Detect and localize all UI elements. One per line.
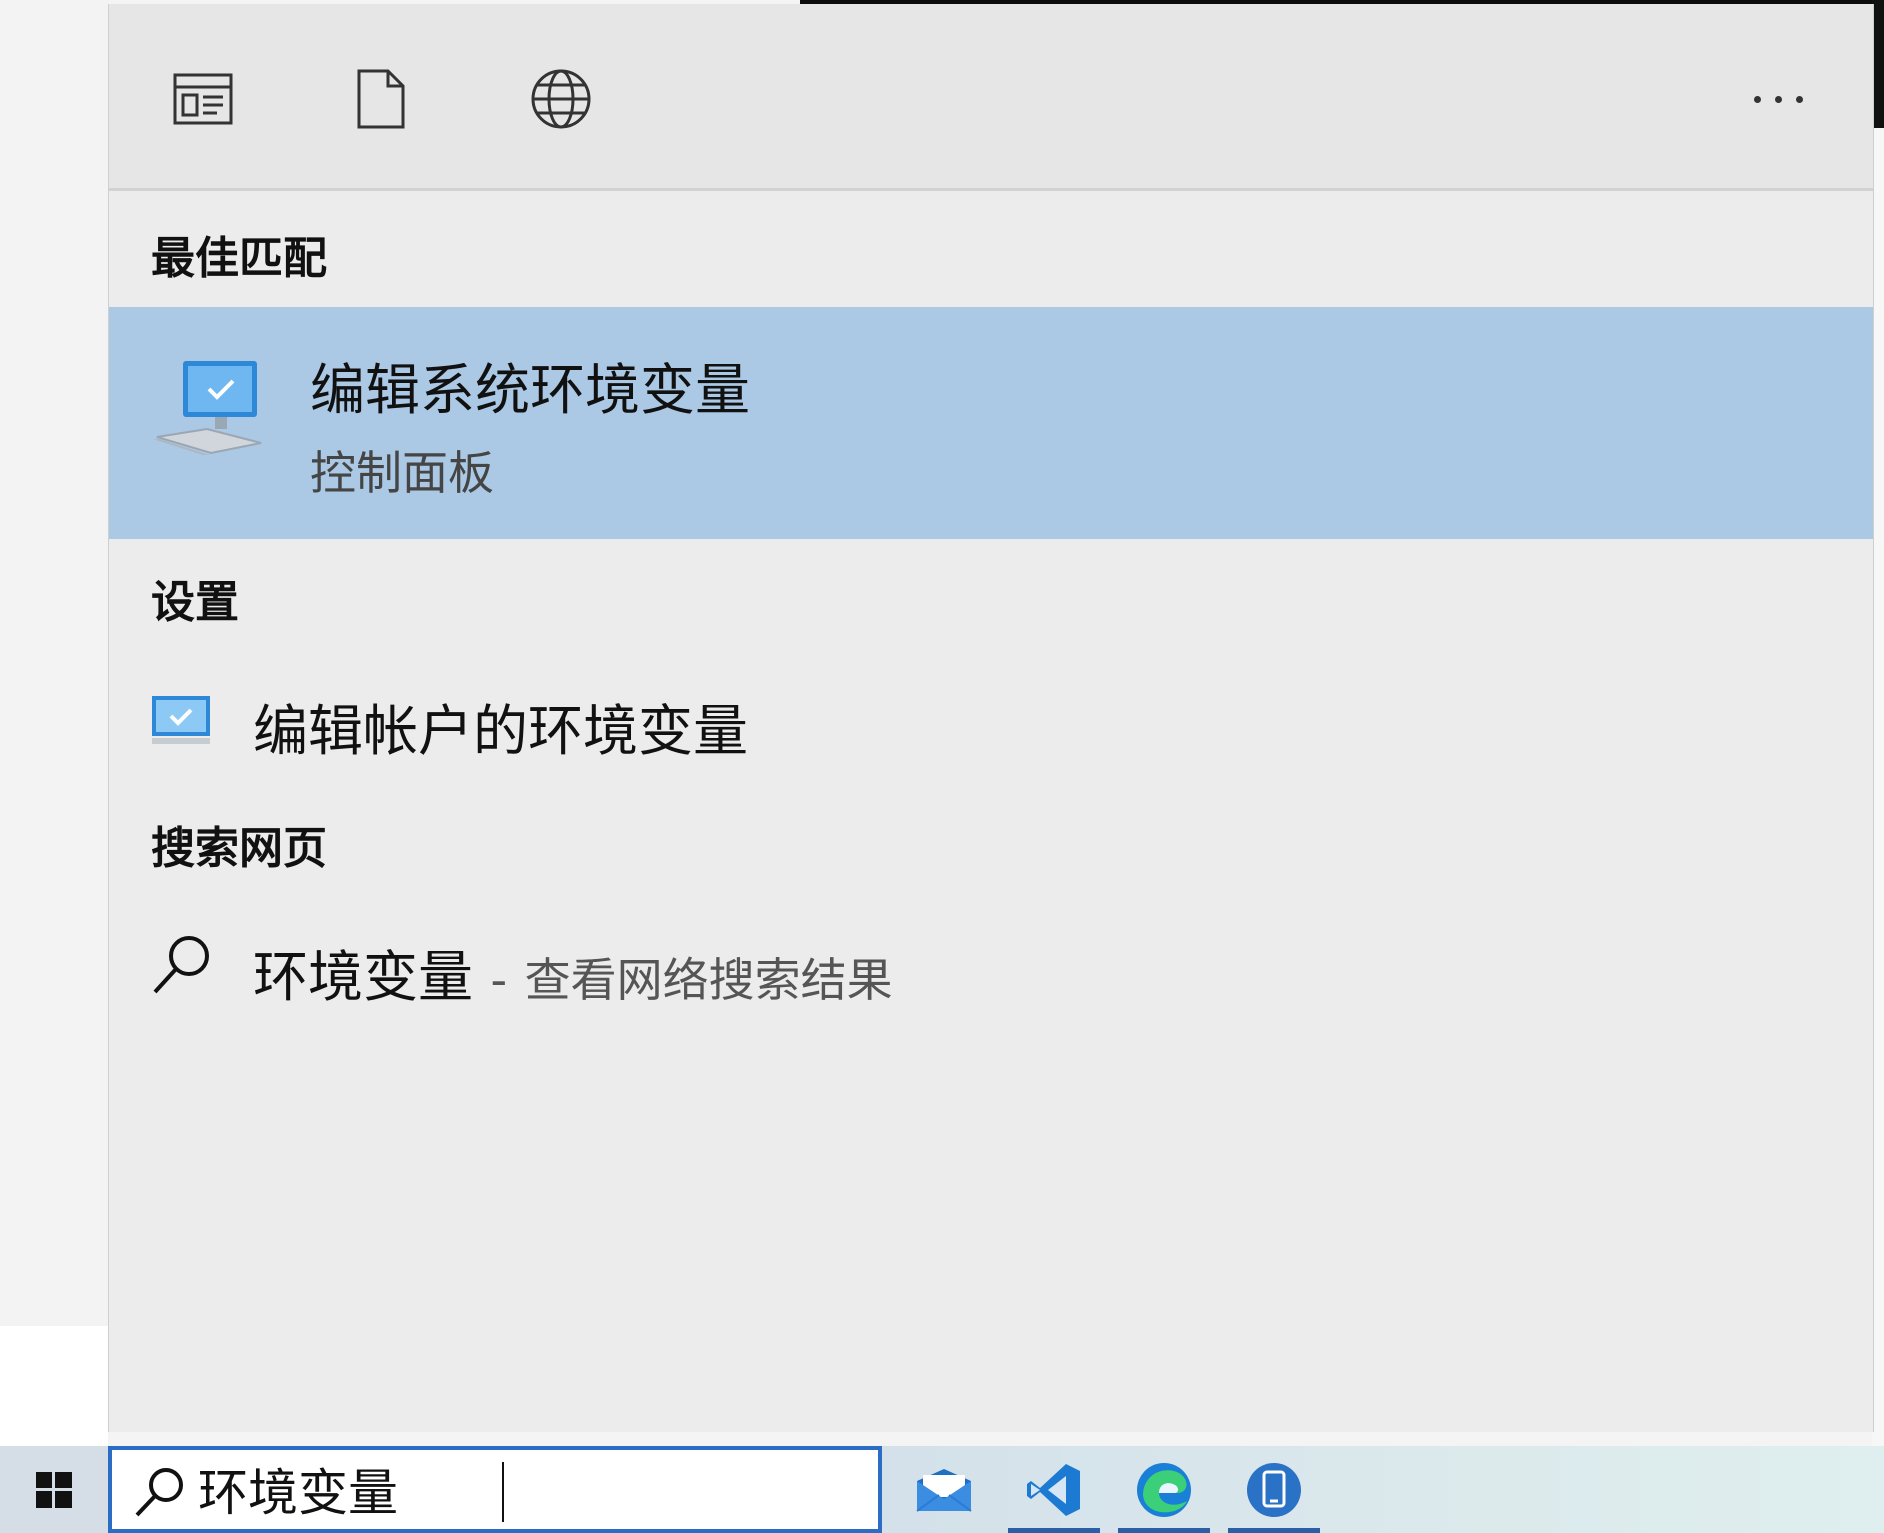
- taskbar-mail-app[interactable]: [898, 1446, 990, 1533]
- settings-result-edit-account-env[interactable]: 编辑帐户的环境变量: [109, 670, 1873, 766]
- settings-monitor-icon: [151, 694, 211, 754]
- text-caret: [502, 1462, 504, 1522]
- section-settings-title: 设置: [151, 577, 239, 628]
- best-match-title: 编辑系统环境变量: [310, 358, 751, 422]
- vscode-icon: [1027, 1463, 1080, 1516]
- taskbar-edge-app[interactable]: [1118, 1446, 1210, 1533]
- settings-result-label: 编辑帐户的环境变量: [253, 699, 749, 763]
- taskbar-search-input[interactable]: [198, 1458, 798, 1520]
- tab-web[interactable]: [529, 66, 593, 132]
- web-search-query: 环境变量: [253, 945, 474, 1009]
- document-filter-icon: [357, 69, 405, 129]
- edge-icon: [1137, 1462, 1191, 1517]
- section-web-search-title: 搜索网页: [151, 823, 327, 874]
- more-dot: [1753, 95, 1761, 103]
- running-indicator: [1008, 1528, 1100, 1533]
- background-window-left: [0, 0, 108, 1326]
- taskbar-vscode-app[interactable]: [1008, 1446, 1100, 1533]
- section-best-match-title: 最佳匹配: [151, 233, 327, 284]
- windows-logo-icon: [36, 1471, 72, 1508]
- start-button[interactable]: [0, 1446, 108, 1533]
- tab-apps[interactable]: [171, 66, 235, 132]
- taskbar-search-box[interactable]: [108, 1446, 882, 1533]
- tab-documents[interactable]: [349, 66, 413, 132]
- running-indicator: [1228, 1528, 1320, 1533]
- more-dot: [1774, 95, 1782, 103]
- background-window-left-lower: [0, 1326, 108, 1446]
- search-results-panel: 最佳匹配 编辑系统环境变量 控制面板 设置 编辑帐户的环境变量 搜索网页 环境变…: [108, 4, 1874, 1432]
- running-indicator: [1118, 1528, 1210, 1533]
- taskbar: [0, 1446, 1884, 1533]
- web-search-result[interactable]: 环境变量 - 查看网络搜索结果: [109, 916, 1873, 1012]
- mail-icon: [916, 1468, 972, 1512]
- search-filter-header: [109, 4, 1873, 191]
- web-search-hint: 查看网络搜索结果: [524, 953, 893, 1007]
- taskbar-phone-link-app[interactable]: [1228, 1446, 1320, 1533]
- search-icon: [151, 934, 213, 1000]
- more-dot: [1795, 95, 1803, 103]
- system-computer-icon: [151, 357, 267, 461]
- best-match-subtitle: 控制面板: [310, 446, 494, 500]
- best-match-result[interactable]: 编辑系统环境变量 控制面板: [109, 307, 1873, 539]
- more-options-button[interactable]: [1733, 74, 1823, 124]
- web-search-label: 环境变量 - 查看网络搜索结果: [253, 932, 893, 1012]
- globe-icon: [531, 69, 591, 129]
- apps-filter-icon: [173, 73, 233, 125]
- web-search-separator: -: [490, 953, 508, 1007]
- phone-link-icon: [1247, 1462, 1301, 1517]
- taskbar-search-icon: [134, 1466, 186, 1522]
